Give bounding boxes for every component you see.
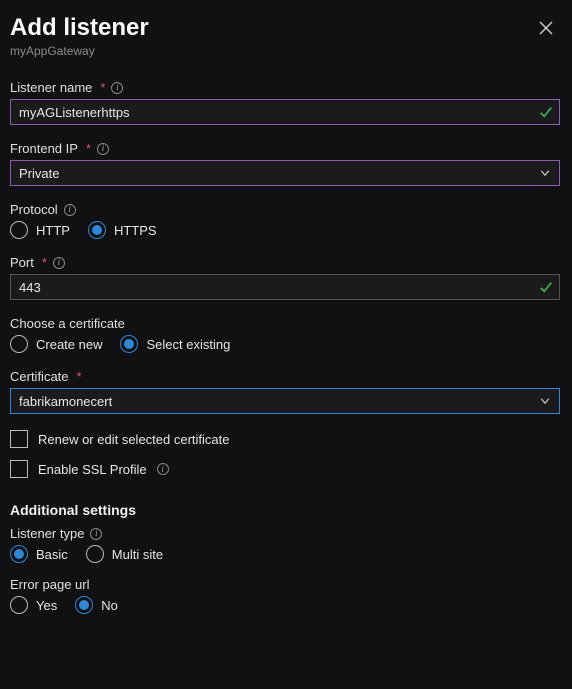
error-page-yes-label: Yes [36,598,57,613]
renew-cert-label: Renew or edit selected certificate [38,432,229,447]
checkmark-icon [538,279,554,295]
select-existing-label: Select existing [146,337,230,352]
listener-type-multi-label: Multi site [112,547,163,562]
frontend-ip-label: Frontend IP [10,141,78,156]
certificate-label: Certificate [10,369,69,384]
create-new-label: Create new [36,337,102,352]
certificate-value: fabrikamonecert [19,394,112,409]
port-input[interactable] [10,274,560,300]
listener-type-multi-radio[interactable]: Multi site [86,545,163,563]
page-title: Add listener [10,14,149,42]
frontend-ip-select[interactable]: Private [10,160,560,186]
close-icon [539,21,553,35]
protocol-http-label: HTTP [36,223,70,238]
info-icon[interactable]: i [90,528,102,540]
protocol-https-radio[interactable]: HTTPS [88,221,157,239]
choose-cert-label: Choose a certificate [10,316,125,331]
chevron-down-icon [537,393,553,409]
info-icon[interactable]: i [111,82,123,94]
protocol-http-radio[interactable]: HTTP [10,221,70,239]
ssl-profile-checkbox[interactable]: Enable SSL Profile i [10,460,560,478]
port-label: Port [10,255,34,270]
listener-type-basic-radio[interactable]: Basic [10,545,68,563]
page-subtitle: myAppGateway [10,44,149,58]
listener-name-input[interactable] [10,99,560,125]
additional-settings-heading: Additional settings [10,502,560,518]
chevron-down-icon [537,165,553,181]
listener-type-label: Listener type [10,526,84,541]
frontend-ip-value: Private [19,166,59,181]
info-icon[interactable]: i [97,143,109,155]
certificate-select[interactable]: fabrikamonecert [10,388,560,414]
info-icon[interactable]: i [53,257,65,269]
required-asterisk: * [100,80,105,95]
create-new-radio[interactable]: Create new [10,335,102,353]
checkmark-icon [538,104,554,120]
listener-type-basic-label: Basic [36,547,68,562]
error-page-label: Error page url [10,577,89,592]
listener-name-label: Listener name [10,80,92,95]
ssl-profile-label: Enable SSL Profile [38,462,147,477]
renew-cert-checkbox[interactable]: Renew or edit selected certificate [10,430,560,448]
info-icon[interactable]: i [64,204,76,216]
protocol-label: Protocol [10,202,58,217]
required-asterisk: * [77,369,82,384]
select-existing-radio[interactable]: Select existing [120,335,230,353]
error-page-no-radio[interactable]: No [75,596,118,614]
protocol-https-label: HTTPS [114,223,157,238]
required-asterisk: * [42,255,47,270]
info-icon[interactable]: i [157,463,169,475]
close-button[interactable] [532,14,560,42]
required-asterisk: * [86,141,91,156]
error-page-yes-radio[interactable]: Yes [10,596,57,614]
error-page-no-label: No [101,598,118,613]
